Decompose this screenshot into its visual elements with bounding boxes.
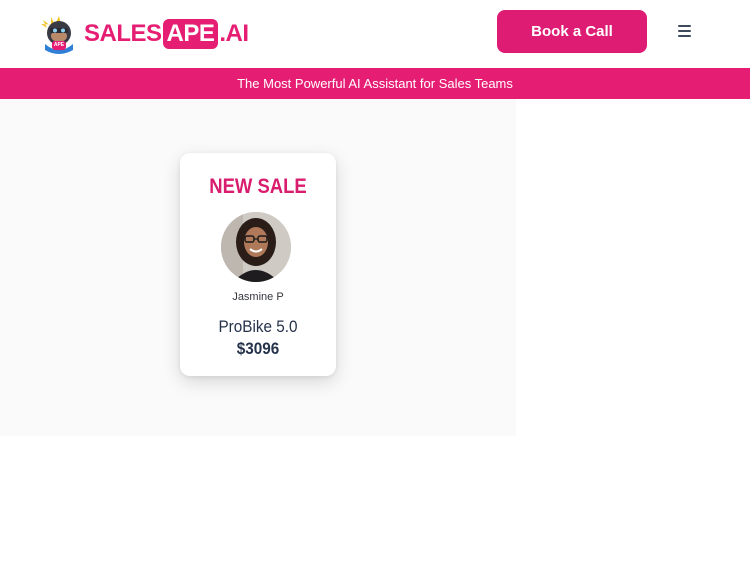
- tagline-text: The Most Powerful AI Assistant for Sales…: [237, 76, 513, 91]
- customer-name: Jasmine P: [232, 291, 284, 303]
- card-title: NEW SALE: [209, 175, 307, 198]
- hamburger-menu-icon[interactable]: [672, 20, 696, 42]
- logo-text-ai: .AI: [219, 20, 249, 47]
- book-a-call-button[interactable]: Book a Call: [497, 10, 647, 53]
- mascot-badge-text: APE: [53, 42, 65, 48]
- new-sale-card: NEW SALE Jasmine P ProBike 5.0 $3096: [180, 153, 336, 376]
- logo-text-ape: APE: [162, 19, 219, 49]
- site-logo[interactable]: APE SALES APE .AI: [37, 14, 249, 54]
- avatar: [221, 212, 291, 282]
- ape-mascot-icon: APE: [37, 14, 81, 54]
- site-header: APE SALES APE .AI Book a Call: [0, 0, 750, 68]
- logo-text-sales: SALES: [84, 20, 162, 47]
- sale-price: $3096: [236, 339, 280, 358]
- logo-wordmark: SALES APE .AI: [84, 19, 249, 49]
- tagline-banner: The Most Powerful AI Assistant for Sales…: [0, 68, 750, 99]
- product-name: ProBike 5.0: [218, 317, 298, 336]
